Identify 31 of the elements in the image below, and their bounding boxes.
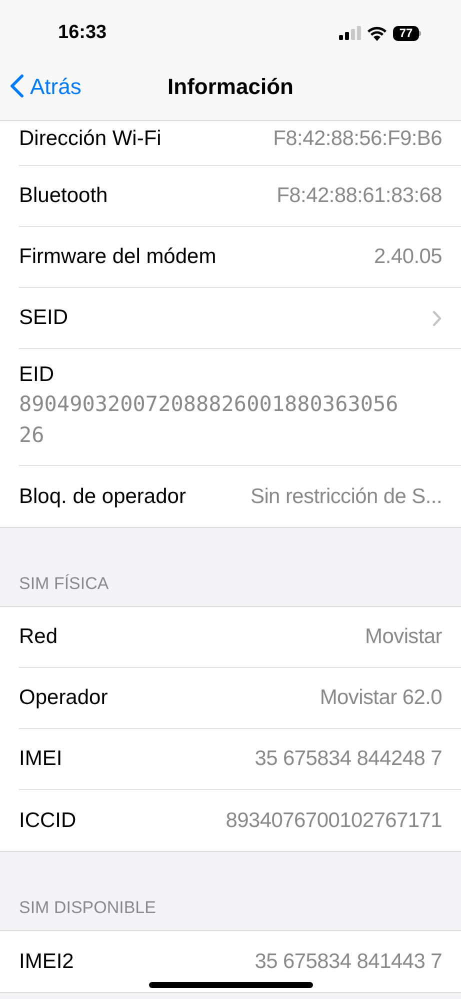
row-label: EID (19, 362, 56, 388)
signal-icon (339, 26, 361, 40)
back-chevron-icon (10, 74, 24, 98)
seid-row[interactable]: SEID (19, 288, 461, 349)
row-value: F8:42:88:61:83:68 (276, 183, 442, 210)
row-value: Sin restricción de S... (250, 484, 442, 510)
status-time: 16:33 (58, 20, 107, 45)
section-header: SIM DISPONIBLE (19, 896, 156, 918)
row-value: 89049032007208882600188036305626 (19, 391, 400, 449)
row-value: Movistar (365, 624, 442, 650)
row-label: Bluetooth (19, 183, 108, 210)
row-value: Movistar 62.0 (320, 685, 442, 712)
row-label: IMEI (19, 746, 62, 772)
section-header: SIM FÍSICA (19, 572, 109, 594)
wifi-icon (367, 26, 387, 40)
row-label: Dirección Wi-Fi (19, 126, 162, 152)
row-label: IMEI2 (19, 948, 74, 975)
row-value: F8:42:88:56:F9:B6 (273, 126, 442, 152)
row-value: 2.40.05 (374, 244, 442, 270)
row-label: Red (19, 624, 58, 650)
back-button[interactable]: Atrás (10, 70, 82, 102)
battery-icon: 77 (393, 26, 421, 40)
row-value: 35 675834 844248 7 (254, 746, 442, 772)
row-value: 35 675834 841443 7 (254, 948, 442, 975)
row-value: 8934076700102767171 (226, 808, 442, 834)
row-label: Bloq. de operador (19, 484, 186, 510)
row-label: ICCID (19, 808, 76, 834)
row-label: Operador (19, 685, 108, 712)
page-title: Información (168, 72, 294, 100)
row-label: Firmware del módem (19, 244, 216, 270)
chevron-right-icon (432, 310, 442, 326)
